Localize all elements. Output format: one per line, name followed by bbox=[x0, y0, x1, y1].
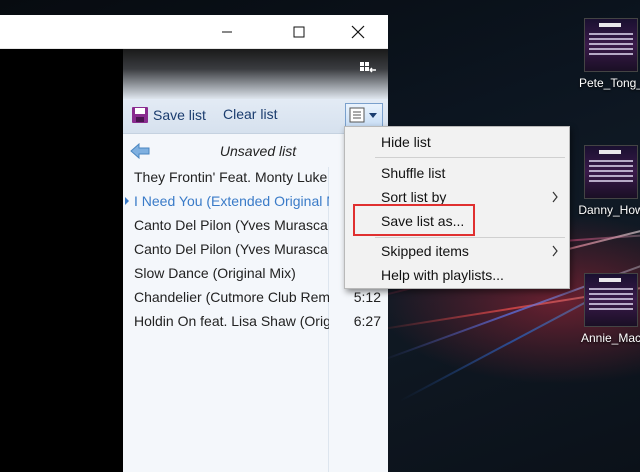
minimize-icon bbox=[222, 31, 232, 32]
list-pane-header bbox=[123, 49, 388, 99]
clear-list-button[interactable]: Clear list bbox=[223, 106, 277, 122]
chevron-right-icon bbox=[552, 191, 558, 203]
menu-item-label: Skipped items bbox=[381, 243, 469, 259]
track-row[interactable]: Holdin On feat. Lisa Shaw (Original Mix)… bbox=[123, 311, 388, 335]
minimize-button[interactable] bbox=[204, 15, 250, 48]
track-name: Holdin On feat. Lisa Shaw (Original Mix) bbox=[134, 313, 329, 329]
desktop-icon-pete-tong[interactable]: Pete_Tong_ bbox=[566, 18, 640, 90]
menu-item-label: Sort list by bbox=[381, 189, 447, 205]
desktop-icon-label: Annie_Mac bbox=[580, 331, 640, 345]
desktop-icon-label: Pete_Tong_ bbox=[578, 76, 640, 90]
track-duration: 5:12 bbox=[353, 289, 381, 305]
maximize-button[interactable] bbox=[276, 15, 322, 48]
desktop-icon-annie-mac[interactable]: Annie_Mac bbox=[566, 273, 640, 345]
track-name: Canto Del Pilon (Yves Murasca Remix) bbox=[134, 241, 329, 257]
annotation-highlight-box bbox=[353, 204, 475, 236]
menu-item-shuffle-list[interactable]: Shuffle list bbox=[345, 162, 569, 186]
menu-separator bbox=[375, 157, 565, 158]
track-name: Slow Dance (Original Mix) bbox=[134, 265, 296, 281]
menu-separator bbox=[375, 237, 565, 238]
back-arrow-icon[interactable] bbox=[129, 143, 151, 159]
close-icon bbox=[351, 25, 365, 38]
menu-item-skipped-items[interactable]: Skipped items bbox=[345, 240, 569, 264]
track-name: They Frontin' Feat. Monty Luke bbox=[134, 169, 328, 185]
file-thumbnail-icon bbox=[584, 145, 638, 199]
track-name: Chandelier (Cutmore Club Remix) bbox=[134, 289, 329, 305]
now-playing-area bbox=[0, 49, 123, 472]
menu-item-help-with-playlists[interactable]: Help with playlists... bbox=[345, 264, 569, 288]
file-thumbnail-icon bbox=[584, 18, 638, 72]
desktop-icon-label: Danny_How bbox=[578, 203, 640, 217]
chevron-right-icon bbox=[552, 245, 558, 257]
menu-item-label: Shuffle list bbox=[381, 165, 446, 181]
track-name: Canto Del Pilon (Yves Murasca Remix) bbox=[134, 217, 329, 233]
list-options-button[interactable] bbox=[345, 103, 383, 127]
track-duration: 6:27 bbox=[353, 313, 381, 329]
track-row[interactable]: Chandelier (Cutmore Club Remix) 5:12 bbox=[123, 287, 388, 311]
title-bar[interactable] bbox=[0, 15, 388, 49]
list-options-icon bbox=[349, 107, 377, 123]
maximize-icon bbox=[293, 26, 305, 37]
menu-item-hide-list[interactable]: Hide list bbox=[345, 131, 569, 155]
file-thumbnail-icon bbox=[584, 273, 638, 327]
track-name: I Need You (Extended Original Mix) bbox=[134, 193, 329, 209]
save-list-button[interactable]: Save list bbox=[131, 106, 206, 124]
switch-view-icon[interactable] bbox=[358, 60, 378, 76]
media-player-window: Save list Clear list Unsaved list They F… bbox=[0, 15, 388, 472]
menu-item-label: Hide list bbox=[381, 134, 431, 150]
save-list-label: Save list bbox=[153, 107, 206, 123]
menu-item-label: Help with playlists... bbox=[381, 267, 504, 283]
floppy-disk-icon bbox=[132, 107, 148, 123]
close-button[interactable] bbox=[335, 15, 381, 48]
desktop-icon-danny-howard[interactable]: Danny_How bbox=[566, 145, 640, 217]
now-playing-indicator-icon bbox=[125, 197, 129, 205]
list-title: Unsaved list bbox=[219, 143, 297, 159]
